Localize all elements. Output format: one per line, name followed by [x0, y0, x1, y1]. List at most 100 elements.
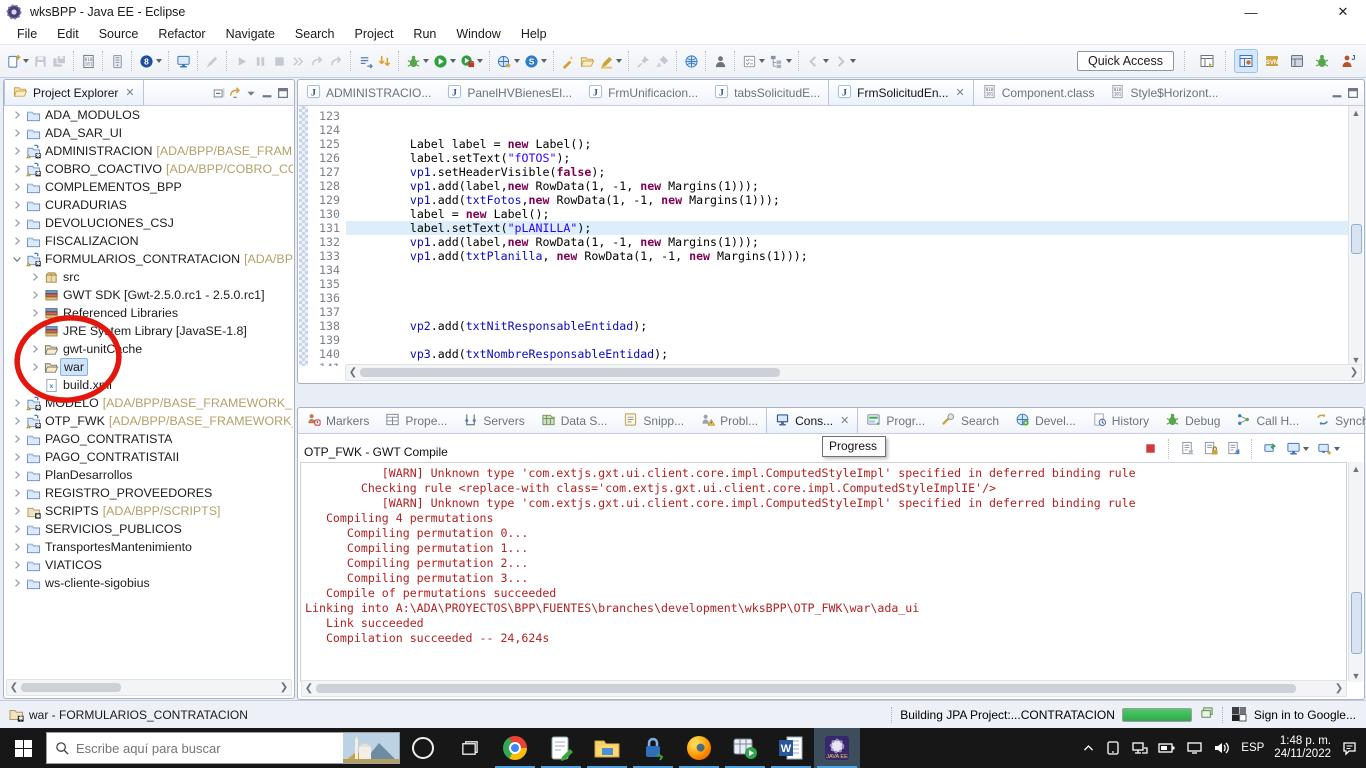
google-signin-label[interactable]: Sign in to Google...: [1254, 708, 1356, 722]
gwt-compile-button[interactable]: S: [522, 51, 549, 72]
new-web-button[interactable]: [495, 51, 522, 72]
open-console-button[interactable]: [1315, 438, 1342, 459]
chevron-right-icon[interactable]: [27, 289, 43, 301]
tree-item-complementos-bpp[interactable]: COMPLEMENTOS_BPP: [5, 178, 293, 196]
chevron-right-icon[interactable]: [9, 109, 25, 121]
chevron-right-icon[interactable]: [9, 577, 25, 589]
tree-item-otp-fwk[interactable]: ✱OTP_FWK[ADA/BPP/BASE_FRAMEWORK_BPP: [5, 412, 293, 430]
tree-item-ws-cliente-sigobius[interactable]: ws-cliente-sigobius: [5, 574, 293, 592]
language-indicator[interactable]: ESP: [1241, 742, 1264, 754]
editor-tab-panelhvbienesel-[interactable]: JPanelHVBienesEl...: [439, 80, 580, 105]
svn-perspective-button[interactable]: SVN: [1261, 50, 1283, 72]
terminate-button[interactable]: [1141, 438, 1160, 459]
open-perspective-button[interactable]: [1196, 50, 1218, 72]
code-line-137[interactable]: 137: [308, 305, 1348, 319]
code-line-140[interactable]: 140 vp3.add(txtNombreResponsableEntidad)…: [308, 347, 1348, 361]
external-tools-button[interactable]: [458, 51, 485, 72]
chevron-right-icon[interactable]: [9, 469, 25, 481]
quick-access-box[interactable]: Quick Access: [1077, 51, 1174, 71]
server-tools-button[interactable]: [108, 51, 127, 72]
minimize-button[interactable]: [1330, 86, 1344, 100]
pin-console-button[interactable]: [1261, 438, 1280, 459]
view-tab-search[interactable]: Search: [933, 408, 1007, 433]
menu-run[interactable]: Run: [404, 25, 445, 43]
taskbar-app-firefox[interactable]: [676, 728, 722, 768]
editor-tab-frmsolicituden-[interactable]: JFrmSolicitudEn...✕: [828, 80, 974, 105]
tree-item-registro-proveedores[interactable]: REGISTRO_PROVEEDORES: [5, 484, 293, 502]
link-with-editor-button[interactable]: [228, 86, 242, 100]
code-line-139[interactable]: 139: [308, 333, 1348, 347]
tree-item-curadurias[interactable]: CURADURIAS: [5, 196, 293, 214]
editor-tab-component-class[interactable]: 010101Component.class: [974, 80, 1103, 105]
code-editor[interactable]: 123124125 Label label = new Label();126 …: [299, 106, 1348, 366]
resource-perspective-button[interactable]: [1286, 50, 1308, 72]
scroll-up-icon[interactable]: ▲: [1349, 106, 1363, 119]
view-tab-servers[interactable]: Servers: [455, 408, 532, 433]
code-line-138[interactable]: 138 vp2.add(txtNitResponsableEntidad);: [308, 319, 1348, 333]
code-line-134[interactable]: 134: [308, 263, 1348, 277]
tree-item-war[interactable]: war: [5, 358, 293, 376]
battery-icon[interactable]: [1158, 740, 1176, 756]
menu-search[interactable]: Search: [286, 25, 344, 43]
scrollbar-thumb[interactable]: [360, 368, 780, 377]
start-button[interactable]: [0, 728, 46, 768]
search-input[interactable]: [70, 740, 343, 757]
blue-8-ball-button[interactable]: 8: [137, 51, 164, 72]
view-menu-button[interactable]: [244, 86, 258, 100]
tree-item-gwt-unitcache[interactable]: gwt-unitCache: [5, 340, 293, 358]
view-tab-history[interactable]: History: [1084, 408, 1157, 433]
minimize-button[interactable]: [260, 86, 274, 100]
binary-file-button[interactable]: 010101: [79, 51, 98, 72]
chevron-right-icon[interactable]: [9, 559, 25, 571]
code-line-123[interactable]: 123: [308, 109, 1348, 123]
tree-item-pago-contratista[interactable]: PAGO_CONTRATISTA: [5, 430, 293, 448]
view-tab-call-h-[interactable]: Call H...: [1228, 408, 1307, 433]
code-line-130[interactable]: 130 label = new Label();: [308, 207, 1348, 221]
menu-window[interactable]: Window: [447, 25, 509, 43]
view-tab-probl-[interactable]: Probl...: [692, 408, 766, 433]
highlight-button[interactable]: [597, 51, 624, 72]
chevron-right-icon[interactable]: [9, 217, 25, 229]
scroll-down-icon[interactable]: ▼: [1349, 669, 1363, 682]
menu-project[interactable]: Project: [346, 25, 403, 43]
maximize-button[interactable]: [1346, 86, 1360, 100]
view-tab-synch-[interactable]: Synch...: [1307, 408, 1366, 433]
cortana-button[interactable]: [400, 728, 446, 768]
editor-tab-tabssolicitude-[interactable]: JtabsSolicitudE...: [706, 80, 828, 105]
explorer-horizontal-scrollbar[interactable]: ❮ ❯: [6, 679, 292, 696]
scroll-left-icon[interactable]: ❮: [7, 682, 21, 693]
tree-item-src[interactable]: src: [5, 268, 293, 286]
tablet-icon[interactable]: [1105, 740, 1121, 756]
chevron-right-icon[interactable]: [9, 235, 25, 247]
chevron-right-icon[interactable]: [9, 433, 25, 445]
chevron-right-icon[interactable]: [9, 127, 25, 139]
tree-item-administracion[interactable]: ✱ADMINISTRACION[ADA/BPP/BASE_FRAMEW: [5, 142, 293, 160]
fetch-button[interactable]: [375, 51, 394, 72]
tab-project-explorer[interactable]: Project Explorer ✕: [4, 80, 144, 105]
chevron-right-icon[interactable]: [9, 145, 25, 157]
run-button[interactable]: [431, 51, 458, 72]
taskbar-app-secure-lock[interactable]: [630, 728, 676, 768]
code-line-136[interactable]: 136: [308, 291, 1348, 305]
remove-all-launches-button[interactable]: [1201, 438, 1220, 459]
menu-help[interactable]: Help: [512, 25, 556, 43]
display-console-button[interactable]: [174, 51, 193, 72]
menu-source[interactable]: Source: [90, 25, 148, 43]
chevron-right-icon[interactable]: [9, 487, 25, 499]
chevron-right-icon[interactable]: [9, 541, 25, 553]
taskbar-app-word[interactable]: W: [768, 728, 814, 768]
code-line-126[interactable]: 126 label.setText("fOTOS");: [308, 151, 1348, 165]
display-icon[interactable]: [1186, 740, 1203, 756]
chevron-right-icon[interactable]: [27, 343, 43, 355]
web-browser-button[interactable]: [682, 51, 701, 72]
editor-vertical-scrollbar[interactable]: ▲ ▼: [1348, 106, 1363, 366]
java-perspective-button[interactable]: J: [1336, 50, 1358, 72]
remove-launch-button[interactable]: [1178, 438, 1197, 459]
tree-item-gwt-sdk-gwt-2-5-0-rc1-2-5-0-rc1-[interactable]: GWT SDK [Gwt-2.5.0.rc1 - 2.5.0.rc1]: [5, 286, 293, 304]
debug-perspective-button[interactable]: [1311, 50, 1333, 72]
tree-item-jre-system-library-javase-1-8-[interactable]: JRE System Library [JavaSE-1.8]: [5, 322, 293, 340]
tree-item-pago-contratistaii[interactable]: PAGO_CONTRATISTAII: [5, 448, 293, 466]
chevron-right-icon[interactable]: [27, 307, 43, 319]
taskbar-app-chrome[interactable]: [492, 728, 538, 768]
editor-horizontal-scrollbar[interactable]: ❮ ❯: [345, 364, 1362, 381]
